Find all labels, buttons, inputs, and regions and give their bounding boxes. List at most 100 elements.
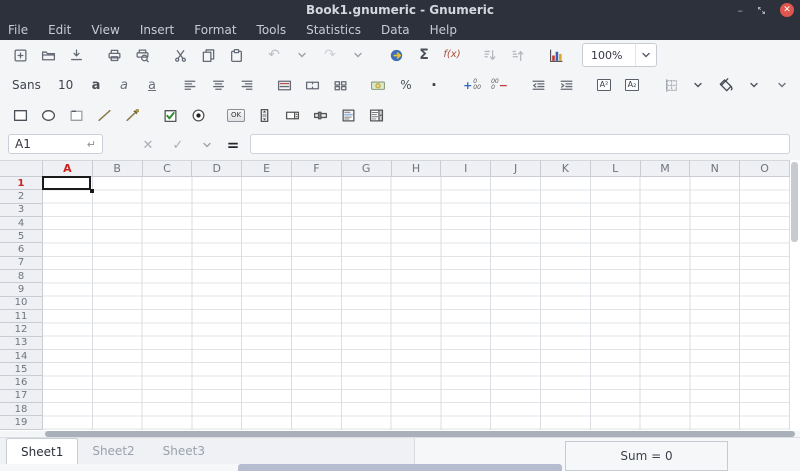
- cell-area[interactable]: [43, 177, 790, 430]
- minimize-icon[interactable]: –: [738, 5, 744, 16]
- row-header-16[interactable]: 16: [0, 376, 43, 389]
- bold-icon[interactable]: a: [85, 74, 107, 96]
- ellipse-icon[interactable]: [37, 104, 59, 126]
- rectangle-icon[interactable]: [9, 104, 31, 126]
- cancel-edit-icon[interactable]: ✕: [137, 134, 159, 156]
- superscript-icon[interactable]: A²: [593, 74, 615, 96]
- jump-to-cell-icon[interactable]: ↵: [87, 138, 96, 151]
- select-all-corner[interactable]: [0, 160, 43, 177]
- combobox-icon[interactable]: [365, 104, 387, 126]
- row-header-15[interactable]: 15: [0, 363, 43, 376]
- row-header-1[interactable]: 1: [0, 177, 43, 190]
- copy-icon[interactable]: [197, 44, 219, 66]
- borders-dropdown-icon[interactable]: [687, 74, 709, 96]
- split-cells-icon[interactable]: [329, 74, 351, 96]
- redo-icon[interactable]: ↷: [319, 44, 341, 66]
- align-center-icon[interactable]: [207, 74, 229, 96]
- hyperlink-icon[interactable]: [385, 44, 407, 66]
- subscript-icon[interactable]: A₂: [621, 74, 643, 96]
- sheet-tab-sheet1[interactable]: Sheet1: [6, 438, 78, 464]
- column-header-E[interactable]: E: [242, 160, 292, 177]
- font-name-selector[interactable]: Sans: [12, 78, 46, 92]
- column-header-A[interactable]: A: [43, 160, 93, 177]
- menu-insert[interactable]: Insert: [130, 20, 184, 40]
- close-icon[interactable]: ✕: [780, 3, 794, 17]
- button-icon[interactable]: OK: [225, 104, 247, 126]
- money-format-icon[interactable]: [367, 74, 389, 96]
- list-icon[interactable]: [337, 104, 359, 126]
- arrow-icon[interactable]: [121, 104, 143, 126]
- fill-color-icon[interactable]: [715, 74, 737, 96]
- row-header-3[interactable]: 3: [0, 204, 43, 217]
- row-header-4[interactable]: 4: [0, 217, 43, 230]
- paste-icon[interactable]: [225, 44, 247, 66]
- row-header-2[interactable]: 2: [0, 190, 43, 203]
- menu-help[interactable]: Help: [420, 20, 467, 40]
- save-icon[interactable]: [65, 44, 87, 66]
- accept-edit-icon[interactable]: ✓: [167, 134, 189, 156]
- menu-view[interactable]: View: [81, 20, 129, 40]
- column-header-D[interactable]: D: [192, 160, 242, 177]
- print-icon[interactable]: [103, 44, 125, 66]
- row-header-17[interactable]: 17: [0, 390, 43, 403]
- row-header-9[interactable]: 9: [0, 283, 43, 296]
- menu-tools[interactable]: Tools: [247, 20, 297, 40]
- underline-icon[interactable]: a: [141, 74, 163, 96]
- entry-dropdown-icon[interactable]: [196, 134, 218, 156]
- sheet-tab-sheet3[interactable]: Sheet3: [149, 438, 219, 464]
- new-file-icon[interactable]: [9, 44, 31, 66]
- increase-decimals-icon[interactable]: +000: [461, 74, 483, 96]
- vertical-scrollbar[interactable]: [791, 162, 798, 242]
- column-header-B[interactable]: B: [93, 160, 143, 177]
- align-left-icon[interactable]: [179, 74, 201, 96]
- column-header-N[interactable]: N: [690, 160, 740, 177]
- sort-descending-icon[interactable]: [479, 44, 501, 66]
- column-header-C[interactable]: C: [143, 160, 193, 177]
- align-right-icon[interactable]: [235, 74, 257, 96]
- undo-dropdown-icon[interactable]: [291, 44, 313, 66]
- menu-edit[interactable]: Edit: [38, 20, 81, 40]
- zoom-dropdown-icon[interactable]: [635, 44, 656, 66]
- row-header-12[interactable]: 12: [0, 323, 43, 336]
- cell-reference-box[interactable]: A1 ↵: [8, 134, 103, 154]
- spinbutton-icon[interactable]: [281, 104, 303, 126]
- fill-handle[interactable]: [90, 189, 94, 193]
- column-header-I[interactable]: I: [441, 160, 491, 177]
- checkbox-icon[interactable]: [159, 104, 181, 126]
- row-header-7[interactable]: 7: [0, 257, 43, 270]
- zoom-combobox[interactable]: 100%: [582, 43, 657, 67]
- equals-button[interactable]: =: [222, 134, 244, 156]
- fill-color-dropdown-icon[interactable]: [743, 74, 765, 96]
- row-header-18[interactable]: 18: [0, 403, 43, 416]
- decrease-decimals-icon[interactable]: 000−: [489, 74, 511, 96]
- font-size-selector[interactable]: 10: [58, 78, 76, 92]
- column-header-F[interactable]: F: [292, 160, 342, 177]
- print-preview-icon[interactable]: [131, 44, 153, 66]
- borders-icon[interactable]: [659, 74, 681, 96]
- slider-icon[interactable]: [309, 104, 331, 126]
- column-header-L[interactable]: L: [591, 160, 641, 177]
- row-header-6[interactable]: 6: [0, 243, 43, 256]
- thousands-separator-icon[interactable]: ·: [423, 74, 445, 96]
- row-header-19[interactable]: 19: [0, 416, 43, 429]
- cut-icon[interactable]: [169, 44, 191, 66]
- frame-icon[interactable]: [65, 104, 87, 126]
- maximize-icon[interactable]: [757, 6, 766, 15]
- redo-dropdown-icon[interactable]: [347, 44, 369, 66]
- row-header-10[interactable]: 10: [0, 297, 43, 310]
- menu-file[interactable]: File: [8, 20, 38, 40]
- function-icon[interactable]: f(x): [441, 44, 463, 66]
- menu-data[interactable]: Data: [371, 20, 420, 40]
- sort-ascending-icon[interactable]: [507, 44, 529, 66]
- column-header-K[interactable]: K: [541, 160, 591, 177]
- row-header-13[interactable]: 13: [0, 337, 43, 350]
- sum-icon[interactable]: Σ: [413, 44, 435, 66]
- italic-icon[interactable]: a: [113, 74, 135, 96]
- chart-icon[interactable]: [545, 44, 567, 66]
- scrollbar-icon[interactable]: [253, 104, 275, 126]
- menu-format[interactable]: Format: [184, 20, 246, 40]
- undo-icon[interactable]: ↶: [263, 44, 285, 66]
- row-header-11[interactable]: 11: [0, 310, 43, 323]
- center-across-icon[interactable]: [273, 74, 295, 96]
- column-header-M[interactable]: M: [641, 160, 691, 177]
